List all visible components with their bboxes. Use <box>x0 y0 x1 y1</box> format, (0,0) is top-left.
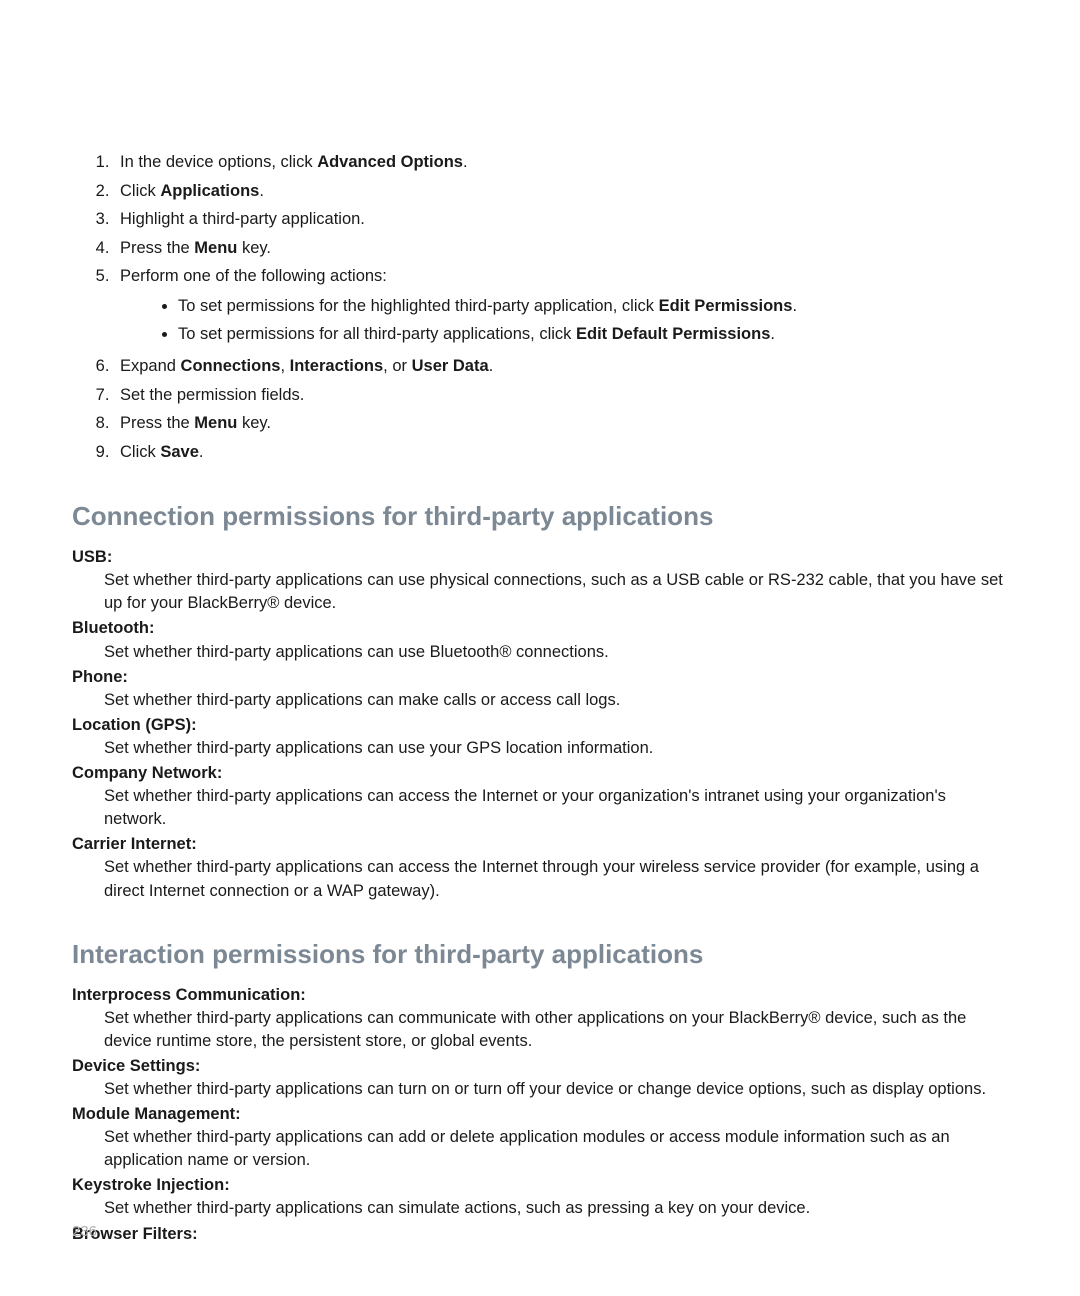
desc-device-settings: Set whether third-party applications can… <box>72 1078 1008 1101</box>
desc-location: Set whether third-party applications can… <box>72 737 1008 760</box>
term-module-management: Module Management: <box>72 1103 1008 1126</box>
term-phone: Phone: <box>72 666 1008 689</box>
connection-definitions: USB: Set whether third-party application… <box>72 546 1008 902</box>
desc-usb: Set whether third-party applications can… <box>72 569 1008 615</box>
section-heading-interaction: Interaction permissions for third-party … <box>72 939 1008 970</box>
step-5-sub-1: To set permissions for the highlighted t… <box>178 294 1008 320</box>
term-company-network: Company Network: <box>72 762 1008 785</box>
step-7: Set the permission fields. <box>114 383 1008 409</box>
term-bluetooth: Bluetooth: <box>72 617 1008 640</box>
step-5-sub-2: To set permissions for all third-party a… <box>178 322 1008 348</box>
desc-ipc: Set whether third-party applications can… <box>72 1007 1008 1053</box>
desc-phone: Set whether third-party applications can… <box>72 689 1008 712</box>
term-keystroke-injection: Keystroke Injection: <box>72 1174 1008 1197</box>
step-2: Click Applications. <box>114 179 1008 205</box>
step-1: In the device options, click Advanced Op… <box>114 150 1008 176</box>
desc-module-management: Set whether third-party applications can… <box>72 1126 1008 1172</box>
term-location: Location (GPS): <box>72 714 1008 737</box>
page-number: 236 <box>72 1223 97 1240</box>
desc-carrier-internet: Set whether third-party applications can… <box>72 856 1008 902</box>
step-5-sublist: To set permissions for the highlighted t… <box>120 294 1008 348</box>
term-ipc: Interprocess Communication: <box>72 984 1008 1007</box>
step-9: Click Save. <box>114 440 1008 466</box>
interaction-definitions: Interprocess Communication: Set whether … <box>72 984 1008 1246</box>
term-carrier-internet: Carrier Internet: <box>72 833 1008 856</box>
step-6: Expand Connections, Interactions, or Use… <box>114 354 1008 380</box>
step-8: Press the Menu key. <box>114 411 1008 437</box>
numbered-steps: In the device options, click Advanced Op… <box>72 150 1008 465</box>
desc-bluetooth: Set whether third-party applications can… <box>72 641 1008 664</box>
desc-company-network: Set whether third-party applications can… <box>72 785 1008 831</box>
term-browser-filters: Browser Filters: <box>72 1223 1008 1246</box>
step-5: Perform one of the following actions: To… <box>114 264 1008 348</box>
term-usb: USB: <box>72 546 1008 569</box>
desc-keystroke-injection: Set whether third-party applications can… <box>72 1197 1008 1220</box>
step-3: Highlight a third-party application. <box>114 207 1008 233</box>
step-4: Press the Menu key. <box>114 236 1008 262</box>
term-device-settings: Device Settings: <box>72 1055 1008 1078</box>
section-heading-connection: Connection permissions for third-party a… <box>72 501 1008 532</box>
